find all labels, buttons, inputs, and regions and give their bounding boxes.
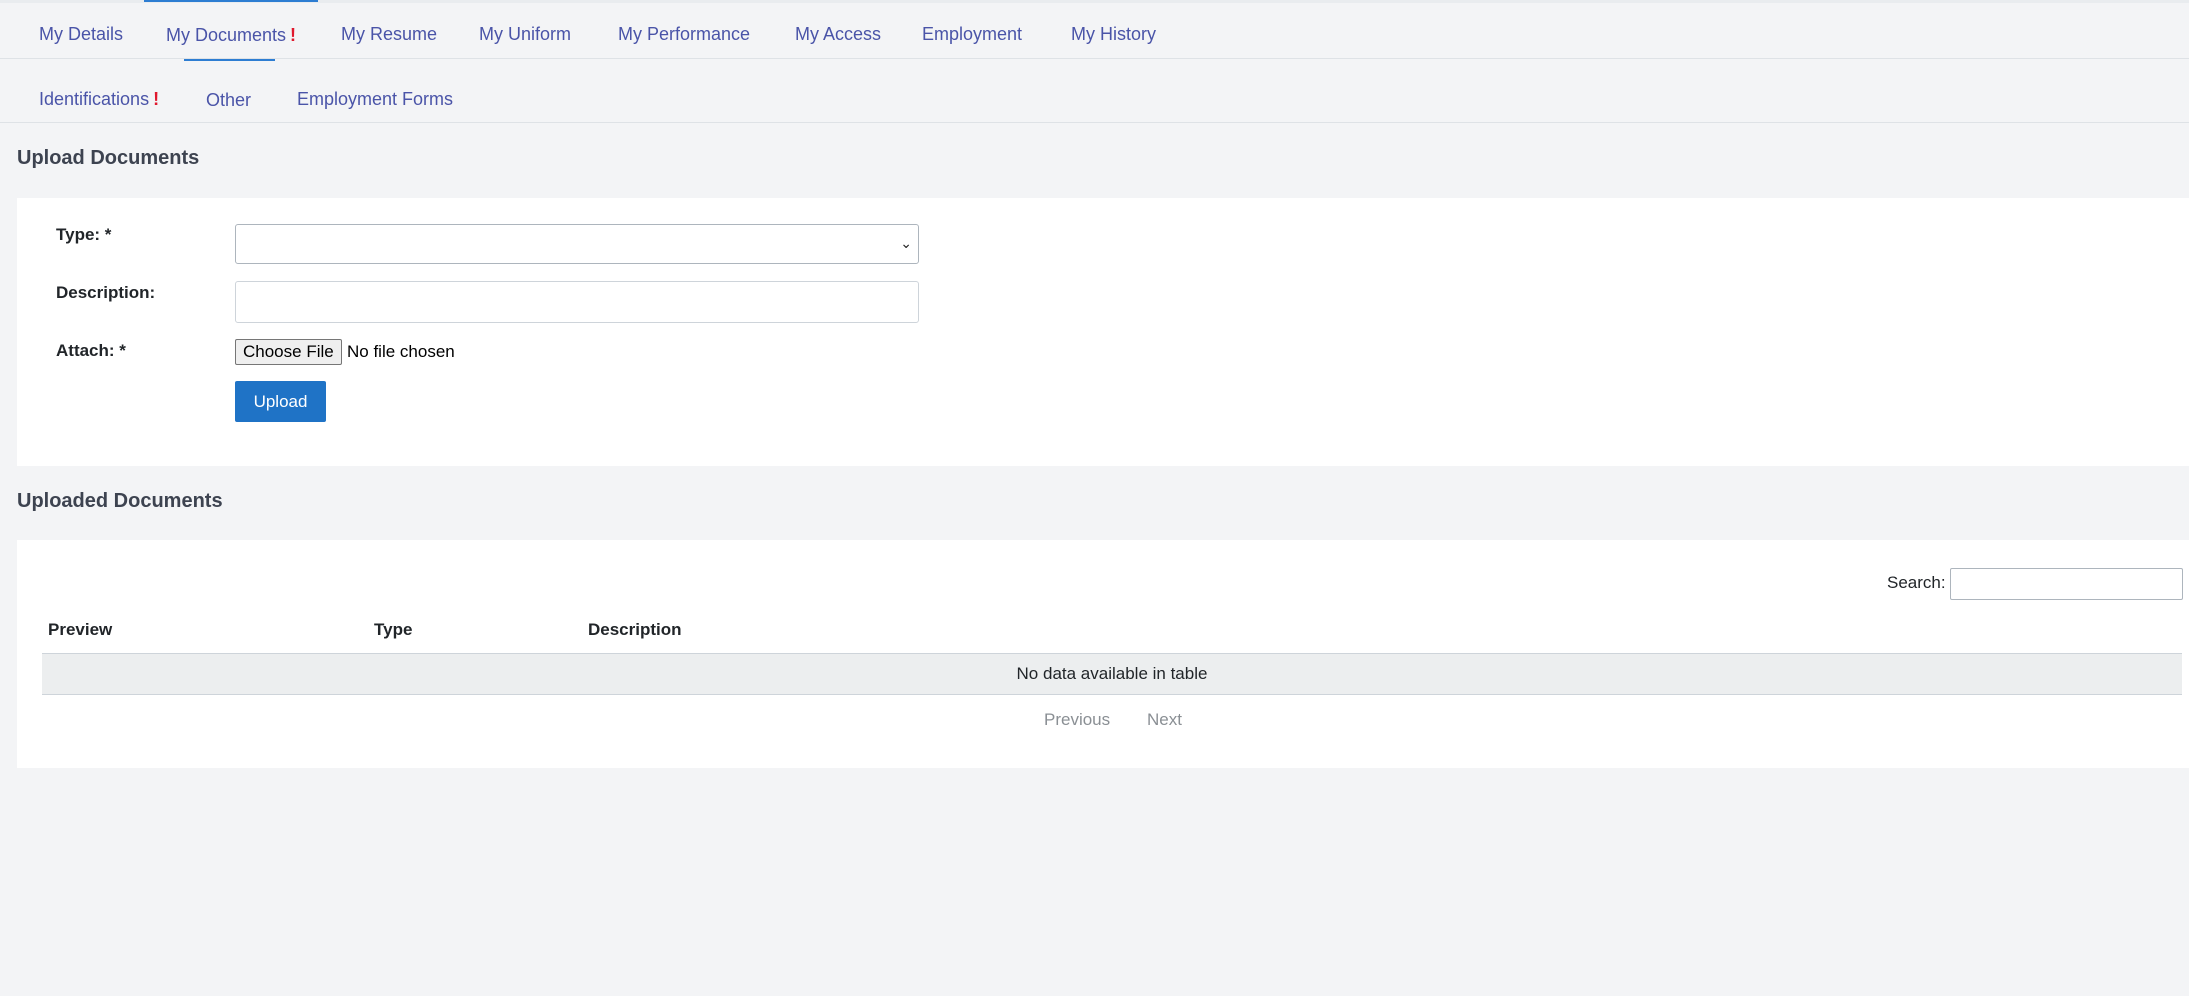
- next-page-button[interactable]: Next: [1147, 710, 1182, 730]
- subtab-other[interactable]: Other: [184, 59, 275, 122]
- upload-button[interactable]: Upload: [235, 381, 326, 422]
- subtab-label: Employment Forms: [297, 89, 454, 109]
- uploaded-section-title: Uploaded Documents: [17, 490, 223, 512]
- alert-indicator: !: [153, 89, 160, 109]
- tab-my-uniform[interactable]: My Uniform: [457, 0, 593, 58]
- subtab-identifications[interactable]: Identifications!: [17, 59, 181, 122]
- alert-indicator: !: [290, 25, 297, 45]
- upload-panel: Type: * ⌄ Description: Attach: * Choose …: [17, 198, 2189, 466]
- subtab-label: Other: [206, 90, 252, 110]
- uploaded-panel: Search: Preview Type Description No data…: [17, 540, 2189, 768]
- search-input[interactable]: [1950, 568, 2183, 600]
- subtab-employment-forms[interactable]: Employment Forms: [275, 59, 475, 122]
- column-header-description[interactable]: Description: [588, 620, 682, 640]
- file-status: No file chosen: [347, 342, 455, 361]
- type-label: Type: *: [56, 225, 112, 244]
- sub-tabs: Identifications! Other Employment Forms: [0, 59, 2189, 123]
- previous-page-button[interactable]: Previous: [1044, 710, 1110, 730]
- tab-my-details[interactable]: My Details: [17, 0, 145, 58]
- tab-label: My Details: [39, 24, 124, 44]
- tab-my-resume[interactable]: My Resume: [319, 0, 459, 58]
- tab-label: My Documents: [166, 25, 287, 45]
- tab-my-documents[interactable]: My Documents!: [144, 0, 318, 58]
- tab-label: My Resume: [341, 24, 438, 44]
- main-tabs: My Details My Documents! My Resume My Un…: [0, 0, 2189, 59]
- type-select[interactable]: ⌄: [235, 224, 919, 264]
- description-input[interactable]: [235, 281, 919, 323]
- column-header-preview[interactable]: Preview: [48, 620, 112, 640]
- tab-label: Employment: [922, 24, 1023, 44]
- tab-my-access[interactable]: My Access: [773, 0, 903, 58]
- upload-section-title: Upload Documents: [17, 147, 200, 169]
- column-header-type[interactable]: Type: [374, 620, 412, 640]
- search-label: Search:: [1887, 573, 1946, 592]
- tab-my-history[interactable]: My History: [1049, 0, 1178, 58]
- description-label: Description:: [56, 283, 156, 302]
- tab-my-performance[interactable]: My Performance: [596, 0, 772, 58]
- tab-label: My Uniform: [479, 24, 572, 44]
- tab-employment[interactable]: Employment: [900, 0, 1044, 58]
- empty-table-message: No data available in table: [42, 653, 2182, 695]
- tab-label: My Performance: [618, 24, 751, 44]
- chevron-down-icon: ⌄: [900, 235, 912, 251]
- tab-label: My History: [1071, 24, 1156, 44]
- subtab-label: Identifications: [39, 89, 150, 109]
- tab-label: My Access: [795, 24, 882, 44]
- choose-file-button[interactable]: Choose File: [235, 339, 342, 365]
- attach-label: Attach: *: [56, 341, 126, 360]
